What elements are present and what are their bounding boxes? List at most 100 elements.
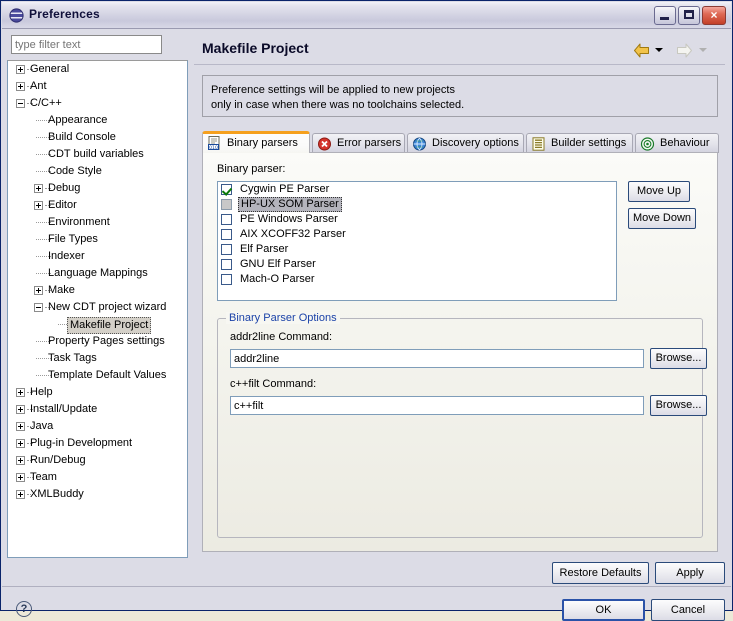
expand-icon[interactable] [16,388,25,397]
back-arrow-icon[interactable] [633,43,650,58]
close-icon: × [703,7,725,24]
tree-item-label: Debug [48,180,80,197]
filter-input[interactable] [11,35,162,54]
close-button[interactable]: × [702,6,726,25]
description-line-1: Preference settings will be applied to n… [211,84,455,96]
expand-icon[interactable] [16,65,25,74]
apply-button[interactable]: Apply [655,562,725,584]
parser-checkbox[interactable] [221,184,232,195]
parser-list-item[interactable]: GNU Elf Parser [218,257,616,272]
tree-item[interactable]: Help [8,384,187,401]
minimize-button[interactable] [654,6,676,25]
cppfilt-input[interactable] [230,396,644,415]
parser-label: Cygwin PE Parser [240,183,329,195]
expand-icon[interactable] [34,184,43,193]
tree-item[interactable]: Install/Update [8,401,187,418]
tree-item[interactable]: Indexer [8,248,187,265]
binary-parser-list[interactable]: Cygwin PE Parser HP-UX SOM ParserPE Windo… [217,181,617,301]
tree-item[interactable]: Debug [8,180,187,197]
tree-item-label: Java [30,418,53,435]
collapse-icon[interactable] [16,99,25,108]
tree-item[interactable]: C/C++ [8,95,187,112]
tree-item[interactable]: Make [8,282,187,299]
tree-item[interactable]: Appearance [8,112,187,129]
tree-item[interactable]: General [8,61,187,78]
tree-item[interactable]: Code Style [8,163,187,180]
tree-item[interactable]: XMLBuddy [8,486,187,503]
tree-item[interactable]: Task Tags [8,350,187,367]
move-down-button[interactable]: Move Down [628,208,696,229]
tree-item[interactable]: Run/Debug [8,452,187,469]
cppfilt-label: c++filt Command: [230,378,316,390]
parser-label: HP-UX SOM Parser [238,197,342,212]
tree-item[interactable]: Property Pages settings [8,333,187,350]
tree-item[interactable]: File Types [8,231,187,248]
tree-item[interactable]: New CDT project wizard [8,299,187,316]
maximize-button[interactable] [678,6,700,25]
tab-binary-parsers[interactable]: 010 Binary parsers [202,131,310,153]
parser-checkbox[interactable] [221,274,232,285]
window-controls: × [652,6,726,26]
tab-discovery-options[interactable]: Discovery options [407,133,524,153]
tree-item[interactable]: CDT build variables [8,146,187,163]
description-box: Preference settings will be applied to n… [202,75,718,117]
tree-item[interactable]: Plug-in Development [8,435,187,452]
cppfilt-browse-button[interactable]: Browse... [650,395,707,416]
parser-checkbox[interactable] [221,244,232,255]
tree-item[interactable]: Editor [8,197,187,214]
tab-builder-settings[interactable]: Builder settings [526,133,633,153]
parser-checkbox[interactable] [221,214,232,225]
restore-defaults-button[interactable]: Restore Defaults [552,562,649,584]
addr2line-browse-button[interactable]: Browse... [650,348,707,369]
tree-item[interactable]: Makefile Project [8,316,187,333]
back-dropdown-icon[interactable] [655,48,663,52]
right-pane: Makefile Project Preference settings wil… [194,35,725,558]
tree-item[interactable]: Environment [8,214,187,231]
tab-error-parsers[interactable]: Error parsers [312,133,405,153]
tab-label: Binary parsers [227,134,298,152]
expand-icon[interactable] [16,439,25,448]
binary-file-icon: 010 [207,136,222,150]
group-title: Binary Parser Options [226,312,340,324]
help-icon[interactable]: ? [16,601,32,617]
parser-list-item[interactable]: Mach-O Parser [218,272,616,287]
addr2line-input[interactable] [230,349,644,368]
tab-behaviour[interactable]: Behaviour [635,133,719,153]
tree-item-label: Team [30,469,57,486]
expand-icon[interactable] [16,490,25,499]
collapse-icon[interactable] [34,303,43,312]
tree-item[interactable]: Team [8,469,187,486]
parser-list-item[interactable]: Elf Parser [218,242,616,257]
expand-icon[interactable] [16,405,25,414]
ok-button[interactable]: OK [562,599,645,621]
expand-icon[interactable] [16,456,25,465]
expand-icon[interactable] [34,286,43,295]
cancel-button[interactable]: Cancel [651,599,725,621]
parser-checkbox[interactable] [221,199,232,210]
tree-item-label: CDT build variables [48,146,144,163]
expand-icon[interactable] [16,82,25,91]
move-up-button[interactable]: Move Up [628,181,690,202]
tree-item[interactable]: Language Mappings [8,265,187,282]
expand-icon[interactable] [16,422,25,431]
parser-list-item[interactable]: AIX XCOFF32 Parser [218,227,616,242]
tab-body-binary-parsers: Binary parser: Cygwin PE ParserHP-UX SOM… [202,152,718,552]
tree-item[interactable]: Java [8,418,187,435]
parser-checkbox[interactable] [221,229,232,240]
tree-item-label: General [30,61,69,78]
tree-item-label: Install/Update [30,401,97,418]
tree-item[interactable]: Template Default Values [8,367,187,384]
parser-list-item[interactable]: PE Windows Parser [218,212,616,227]
expand-icon[interactable] [16,473,25,482]
forward-arrow-icon [676,43,693,58]
expand-icon[interactable] [34,201,43,210]
parser-list-item[interactable]: Cygwin PE Parser [218,182,616,197]
parser-list-item[interactable]: HP-UX SOM Parser [218,197,616,212]
navigation-bar [631,41,721,61]
preferences-tree[interactable]: GeneralAntC/C++AppearanceBuild ConsoleCD… [7,60,188,558]
tree-item-label: XMLBuddy [30,486,84,503]
tree-item[interactable]: Build Console [8,129,187,146]
parser-checkbox[interactable] [221,259,232,270]
tree-item[interactable]: Ant [8,78,187,95]
tab-label: Error parsers [337,134,401,153]
